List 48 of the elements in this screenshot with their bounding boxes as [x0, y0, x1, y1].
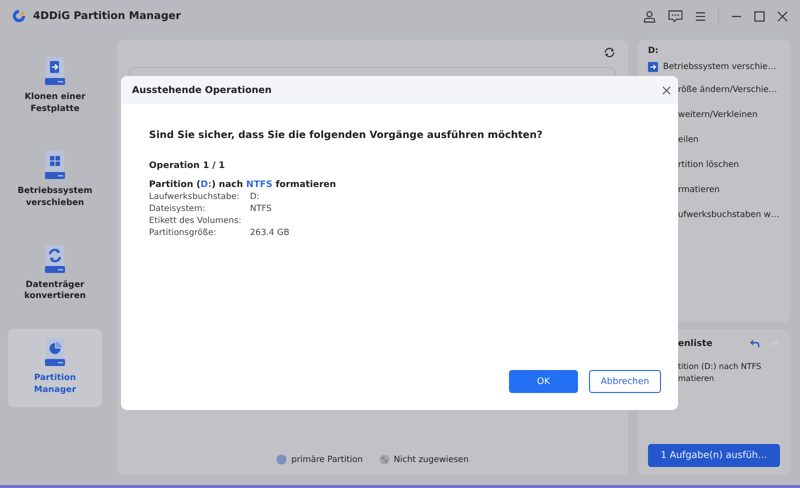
detail-label: Etikett des Volumens:: [149, 216, 242, 226]
action-item[interactable]: eilen: [678, 134, 699, 144]
sidebar-item[interactable]: Betriebssystem verschieben: [8, 142, 102, 220]
drive-windows-icon: [44, 150, 66, 180]
task-text: tition (D:) nach NTFS: [678, 361, 762, 373]
primary-partition-icon: [276, 454, 288, 465]
sidebar-item[interactable]: Partition Manager: [8, 329, 102, 408]
window-title: 4DDiG Partition Manager: [33, 10, 181, 22]
operation-title: Partition (D:) nach NTFS formatieren: [149, 180, 338, 190]
confirm-question: Sind Sie sicher, dass Sie die folgenden Vorgänge ausführen möchten?: [149, 130, 544, 141]
chat-icon[interactable]: [668, 10, 683, 22]
app-logo-icon: [12, 9, 26, 23]
drive-copy-icon: [44, 56, 66, 86]
close-icon[interactable]: [777, 10, 788, 22]
maximize-icon[interactable]: [754, 10, 765, 22]
detail-label: Partitionsgröße:: [149, 228, 218, 238]
action-item[interactable]: röße ändern/Verschie…: [678, 84, 778, 94]
drive-pie-icon: [44, 337, 66, 368]
menu-icon[interactable]: [695, 10, 706, 22]
drive-sync-icon: [44, 244, 66, 274]
drive-label: D:: [648, 46, 660, 56]
undo-icon[interactable]: [749, 338, 760, 349]
move-icon: [648, 62, 658, 72]
legend-label: primäre Partition: [291, 454, 363, 464]
close-icon[interactable]: [662, 86, 671, 94]
action-item[interactable]: Betriebssystem verschie…: [663, 62, 776, 72]
detail-value: 263.4 GB: [250, 228, 290, 238]
action-item[interactable]: weitern/Verkleinen: [678, 110, 758, 120]
action-item[interactable]: rmatieren: [678, 184, 720, 194]
detail-value: D:: [250, 192, 260, 202]
ok-button[interactable]: OK: [509, 370, 578, 393]
action-item[interactable]: rtition löschen: [678, 160, 739, 170]
task-list-title: enliste: [678, 338, 712, 348]
user-icon[interactable]: [643, 10, 656, 22]
operation-header: Operation 1 / 1: [149, 161, 226, 171]
detail-value: NTFS: [250, 204, 273, 214]
checker-icon: [378, 454, 390, 465]
dialog-title: Ausstehende Operationen: [132, 84, 272, 96]
run-tasks-button[interactable]: 1 Aufgabe(n) ausfüh…: [648, 444, 780, 467]
sidebar-item[interactable]: Klonen einer Festplatte: [8, 48, 102, 126]
refresh-icon[interactable]: [603, 46, 616, 59]
legend-label: Nicht zugewiesen: [394, 454, 469, 464]
cancel-button[interactable]: Abbrechen: [589, 370, 661, 393]
action-item[interactable]: ufwerksbuchstaben w…: [678, 210, 780, 220]
detail-label: Laufwerksbuchstabe:: [149, 192, 241, 202]
task-text: matieren: [678, 373, 716, 385]
sidebar-item[interactable]: Datenträger konvertieren: [8, 236, 102, 314]
detail-label: Dateisystem:: [149, 204, 206, 214]
